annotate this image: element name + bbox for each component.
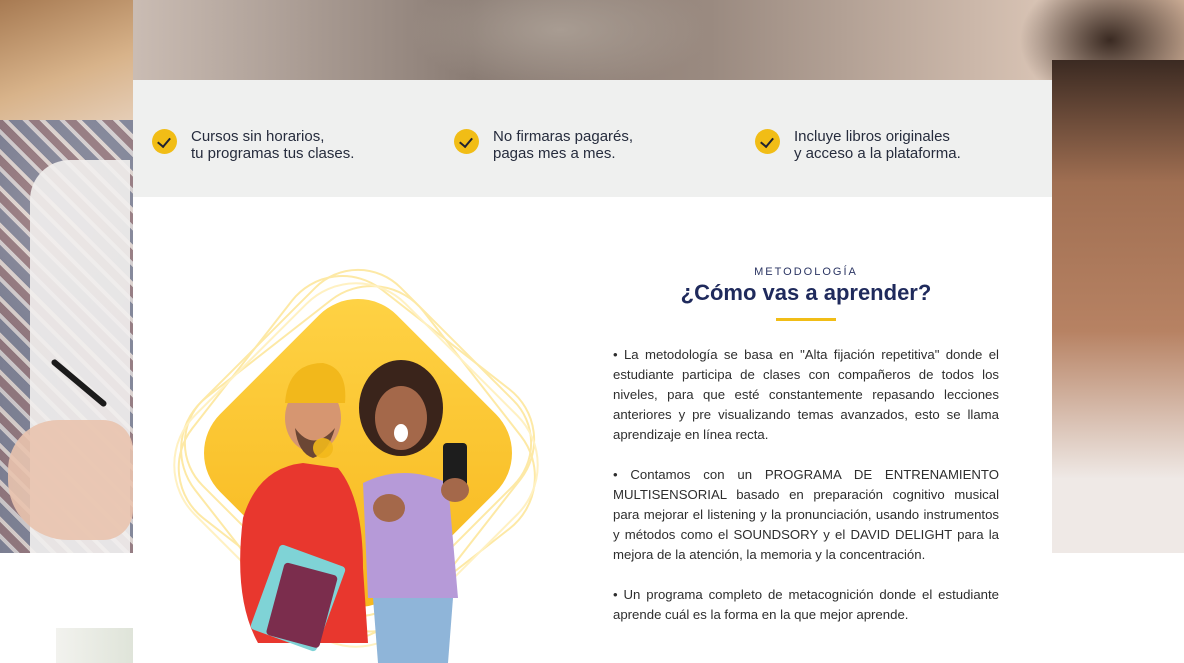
feature-item: Cursos sin horarios, tu programas tus cl… [152,128,354,162]
feature-line: y acceso a la plataforma. [794,145,961,162]
title-underline [776,318,836,321]
check-icon [152,129,177,154]
feature-text: No firmaras pagarés, pagas mes a mes. [493,128,633,162]
features-strip: Cursos sin horarios, tu programas tus cl… [133,80,1052,197]
methodology-paragraph: • Un programa completo de metacognición … [613,587,999,622]
hero-photo-person-left-hair [0,0,133,120]
bottom-left-photo-fragment [56,628,133,663]
section-title: ¿Cómo vas a aprender? [680,280,932,305]
feature-text: Incluye libros originales y acceso a la … [794,128,961,162]
feature-line: tu programas tus clases. [191,145,355,162]
check-icon [755,129,780,154]
feature-line: pagas mes a mes. [493,145,616,162]
content-card: Cursos sin horarios, tu programas tus cl… [133,80,1052,663]
hero-photo-person-right [1052,60,1184,553]
feature-text: Cursos sin horarios, tu programas tus cl… [191,128,354,162]
students-illustration [173,268,539,663]
check-icon [454,129,479,154]
feature-item: No firmaras pagarés, pagas mes a mes. [454,128,633,162]
feature-item: Incluye libros originales y acceso a la … [755,128,961,162]
feature-line: Cursos sin horarios, [191,128,325,145]
hero-photo-hand [8,420,133,540]
feature-line: Incluye libros originales [794,128,950,145]
methodology-paragraph: • Contamos con un PROGRAMA DE ENTRENAMIE… [613,467,999,562]
feature-line: No firmaras pagarés, [493,128,634,145]
methodology-paragraph: • La metodología se basa en "Alta fijaci… [613,347,999,442]
methodology-header: METODOLOGÍA ¿Cómo vas a aprender? [613,266,999,321]
section-eyebrow: METODOLOGÍA [754,266,858,278]
